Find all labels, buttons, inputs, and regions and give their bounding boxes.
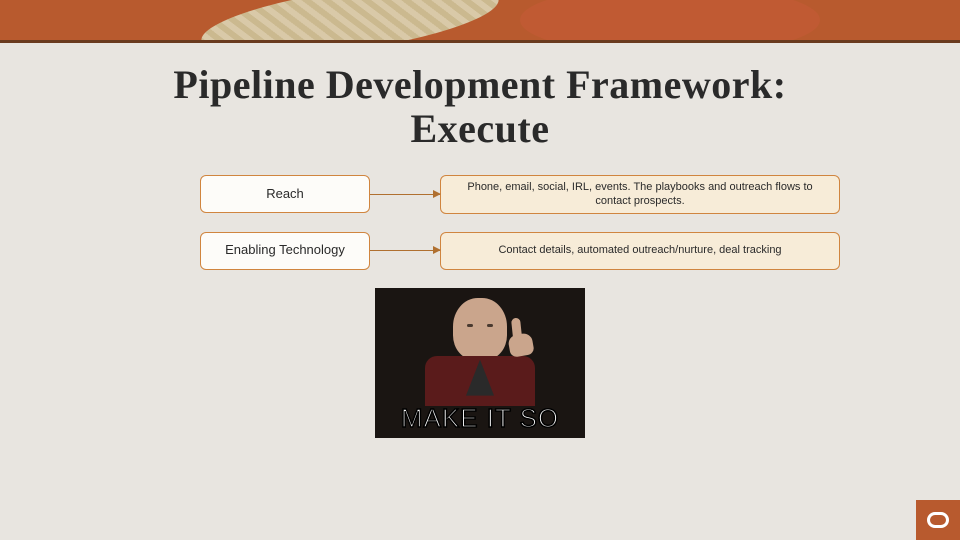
- row-description-box: Phone, email, social, IRL, events. The p…: [440, 175, 840, 214]
- title-line-1: Pipeline Development Framework:: [0, 63, 960, 107]
- meme-image-container: MAKE IT SO: [0, 288, 960, 438]
- row-label-box: Reach: [200, 175, 370, 213]
- row-label: Enabling Technology: [225, 243, 345, 258]
- framework-row: Enabling Technology Contact details, aut…: [200, 232, 860, 270]
- brand-logo-icon: [927, 512, 949, 528]
- meme-figure-icon: [425, 298, 535, 398]
- slide-title: Pipeline Development Framework: Execute: [0, 63, 960, 151]
- framework-rows: Reach Phone, email, social, IRL, events.…: [0, 175, 960, 270]
- meme-image: MAKE IT SO: [375, 288, 585, 438]
- row-description: Phone, email, social, IRL, events. The p…: [457, 180, 823, 209]
- arrow-connector-icon: [370, 250, 440, 252]
- framework-row: Reach Phone, email, social, IRL, events.…: [200, 175, 860, 214]
- title-line-2: Execute: [0, 107, 960, 151]
- row-label: Reach: [266, 187, 304, 202]
- meme-caption: MAKE IT SO: [375, 403, 585, 434]
- row-description-box: Contact details, automated outreach/nurt…: [440, 232, 840, 270]
- brand-corner-badge: [916, 500, 960, 540]
- banner-underline: [0, 40, 960, 43]
- row-description: Contact details, automated outreach/nurt…: [498, 243, 781, 257]
- arrow-connector-icon: [370, 194, 440, 196]
- row-label-box: Enabling Technology: [200, 232, 370, 270]
- decorative-top-banner: [0, 0, 960, 40]
